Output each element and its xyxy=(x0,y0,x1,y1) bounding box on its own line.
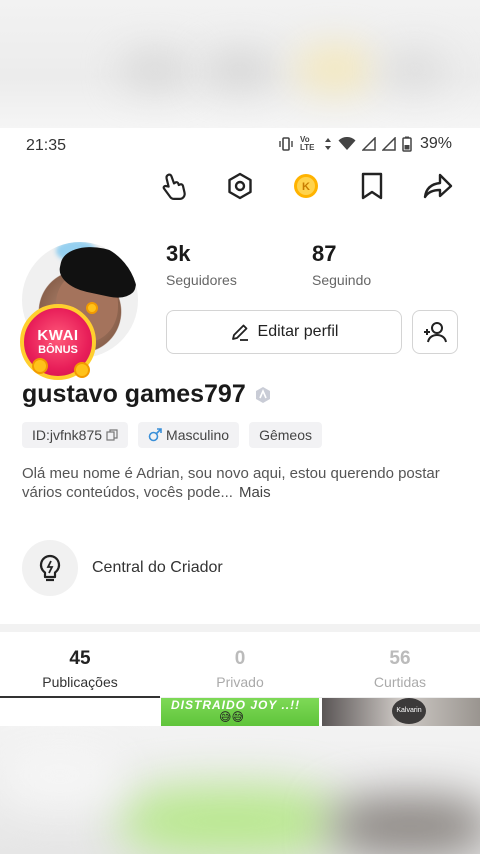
zodiac-tag: Gêmeos xyxy=(249,422,322,448)
id-text: ID:jvfnk875 xyxy=(32,427,103,443)
thumbnail-emoji: 😅😅 xyxy=(219,710,245,724)
hand-pointer-icon[interactable] xyxy=(158,170,190,202)
vibrate-icon xyxy=(279,137,293,151)
profile-screen: 21:35 Vo LTE 39% K KWAI BÔNUS 3k Seguido… xyxy=(0,128,480,726)
followers-label: Seguidores xyxy=(166,272,237,288)
kwai-coin-icon[interactable]: K xyxy=(290,170,322,202)
signal-icon xyxy=(361,137,376,151)
data-arrows-icon xyxy=(324,138,331,150)
followers-stat[interactable]: 3k Seguidores xyxy=(166,241,237,288)
gender-text: Masculino xyxy=(166,427,230,443)
username: gustavo games797 xyxy=(22,380,246,408)
content-tabs: 45 Publicações 0 Privado 56 Curtidas xyxy=(0,632,480,698)
tab-publicacoes[interactable]: 45 Publicações xyxy=(0,632,160,698)
bio-more-link[interactable]: Mais xyxy=(239,484,271,501)
blur-shape xyxy=(120,786,340,854)
pencil-icon xyxy=(231,324,248,341)
blur-shape xyxy=(330,796,480,854)
video-grid: DISTRAIDO JOY ..!! 😅😅 Kalvarin xyxy=(0,698,480,726)
video-thumbnail[interactable]: DISTRAIDO JOY ..!! 😅😅 xyxy=(161,698,319,726)
add-user-icon xyxy=(424,322,447,343)
add-friend-button[interactable] xyxy=(412,310,458,354)
tab-label: Publicações xyxy=(42,674,118,690)
male-symbol-icon xyxy=(148,428,162,442)
zodiac-text: Gêmeos xyxy=(259,427,312,443)
blurred-background-top xyxy=(0,0,480,128)
blur-shape xyxy=(385,50,445,90)
blur-shape xyxy=(295,44,375,94)
signal-icon-2 xyxy=(381,137,396,151)
volte-label: Vo LTE xyxy=(299,135,315,152)
avatar-area[interactable]: KWAI BÔNUS xyxy=(20,238,140,380)
coin-decoration xyxy=(32,358,48,374)
following-stat[interactable]: 87 Seguindo xyxy=(312,241,371,288)
status-bar: 21:35 Vo LTE 39% xyxy=(0,128,480,162)
bookmark-icon[interactable] xyxy=(356,170,388,202)
following-label: Seguindo xyxy=(312,272,372,288)
following-count: 87 xyxy=(312,241,337,266)
video-thumbnail[interactable]: Kalvarin xyxy=(322,698,480,726)
tab-curtidas[interactable]: 56 Curtidas xyxy=(320,632,480,697)
battery-icon xyxy=(402,136,412,152)
blur-shape xyxy=(120,50,190,90)
badge-line1: KWAI xyxy=(37,326,79,344)
tab-label: Curtidas xyxy=(373,674,427,690)
wifi-icon xyxy=(338,137,356,150)
thumbnail-logo: Kalvarin xyxy=(392,698,426,724)
blurred-background-bottom xyxy=(0,726,480,854)
verified-hexagon-icon[interactable] xyxy=(254,386,272,404)
bio-text: Olá meu nome é Adrian, sou novo aqui, es… xyxy=(22,465,440,501)
tab-privado[interactable]: 0 Privado xyxy=(160,632,320,697)
creator-center-row[interactable]: Central do Criador xyxy=(22,540,223,596)
battery-percent: 39% xyxy=(419,135,452,152)
copy-icon[interactable] xyxy=(106,429,118,441)
coin-decoration xyxy=(86,302,98,314)
id-tag[interactable]: ID:jvfnk875 xyxy=(22,422,129,448)
section-divider xyxy=(0,624,480,632)
tab-count: 45 xyxy=(69,648,91,669)
video-thumbnail[interactable] xyxy=(0,698,158,726)
tab-count: 56 xyxy=(389,648,411,669)
tab-count: 0 xyxy=(234,648,246,669)
creator-center-label: Central do Criador xyxy=(92,559,223,576)
profile-toolbar: K xyxy=(158,166,454,206)
share-arrow-icon[interactable] xyxy=(422,170,454,202)
bio: Olá meu nome é Adrian, sou novo aqui, es… xyxy=(22,464,462,502)
edit-profile-button[interactable]: Editar perfil xyxy=(166,310,402,354)
followers-count: 3k xyxy=(166,241,191,266)
profile-tags: ID:jvfnk875 Masculino Gêmeos xyxy=(22,422,322,448)
status-time: 21:35 xyxy=(26,137,67,154)
username-row: gustavo games797 xyxy=(22,380,272,409)
hexagon-settings-icon[interactable] xyxy=(224,170,256,202)
coin-glyph: K xyxy=(302,180,310,193)
status-icons: Vo LTE 39% xyxy=(278,135,452,153)
blur-shape xyxy=(205,50,275,90)
lightbulb-icon xyxy=(22,540,78,596)
badge-line2: BÔNUS xyxy=(38,343,78,356)
tab-label: Privado xyxy=(216,674,264,690)
gender-tag: Masculino xyxy=(138,422,240,448)
edit-profile-label: Editar perfil xyxy=(257,323,339,340)
blur-shape xyxy=(0,746,120,806)
coin-decoration xyxy=(74,362,90,378)
